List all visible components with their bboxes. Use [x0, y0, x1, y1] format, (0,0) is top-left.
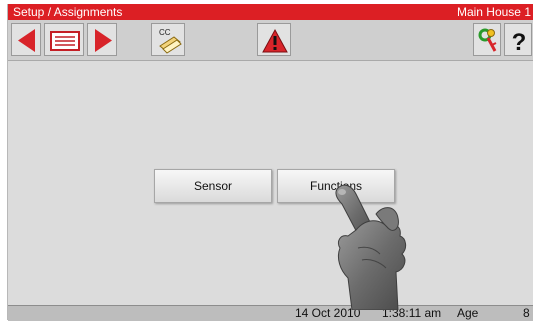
sensor-button[interactable]: Sensor — [154, 169, 272, 203]
main-content: Sensor Functions — [8, 61, 533, 305]
forward-button[interactable] — [87, 23, 117, 56]
pointing-hand-icon — [335, 184, 407, 310]
keys-button[interactable] — [473, 23, 501, 56]
title-bar: Setup / Assignments Main House 1 — [8, 4, 533, 20]
help-button[interactable]: ? — [504, 23, 532, 56]
help-label: ? — [512, 29, 527, 56]
history-button[interactable] — [44, 23, 84, 56]
status-bar: 14 Oct 2010 1:38:11 am Age 8 — [8, 305, 533, 321]
back-button[interactable] — [11, 23, 41, 56]
left-arrow-icon — [18, 29, 35, 52]
copy-button[interactable]: CC — [151, 23, 185, 56]
copy-document-icon: CC — [159, 28, 182, 54]
copy-label: CC — [159, 28, 171, 37]
location-label: Main House 1 — [456, 5, 531, 19]
warning-triangle-icon — [262, 28, 288, 53]
toolbar: CC ? — [8, 20, 533, 61]
age-label: Age — [457, 306, 479, 320]
age-value: 8 — [523, 306, 530, 320]
key-icon — [478, 28, 497, 52]
list-window-icon — [50, 31, 80, 51]
alarm-button[interactable] — [257, 23, 291, 56]
touchscreen-panel: Setup / Assignments Main House 1 CC ? Se… — [7, 4, 533, 321]
breadcrumb: Setup / Assignments — [13, 5, 123, 19]
right-arrow-icon — [95, 29, 112, 52]
question-mark-icon: ? — [512, 29, 527, 56]
